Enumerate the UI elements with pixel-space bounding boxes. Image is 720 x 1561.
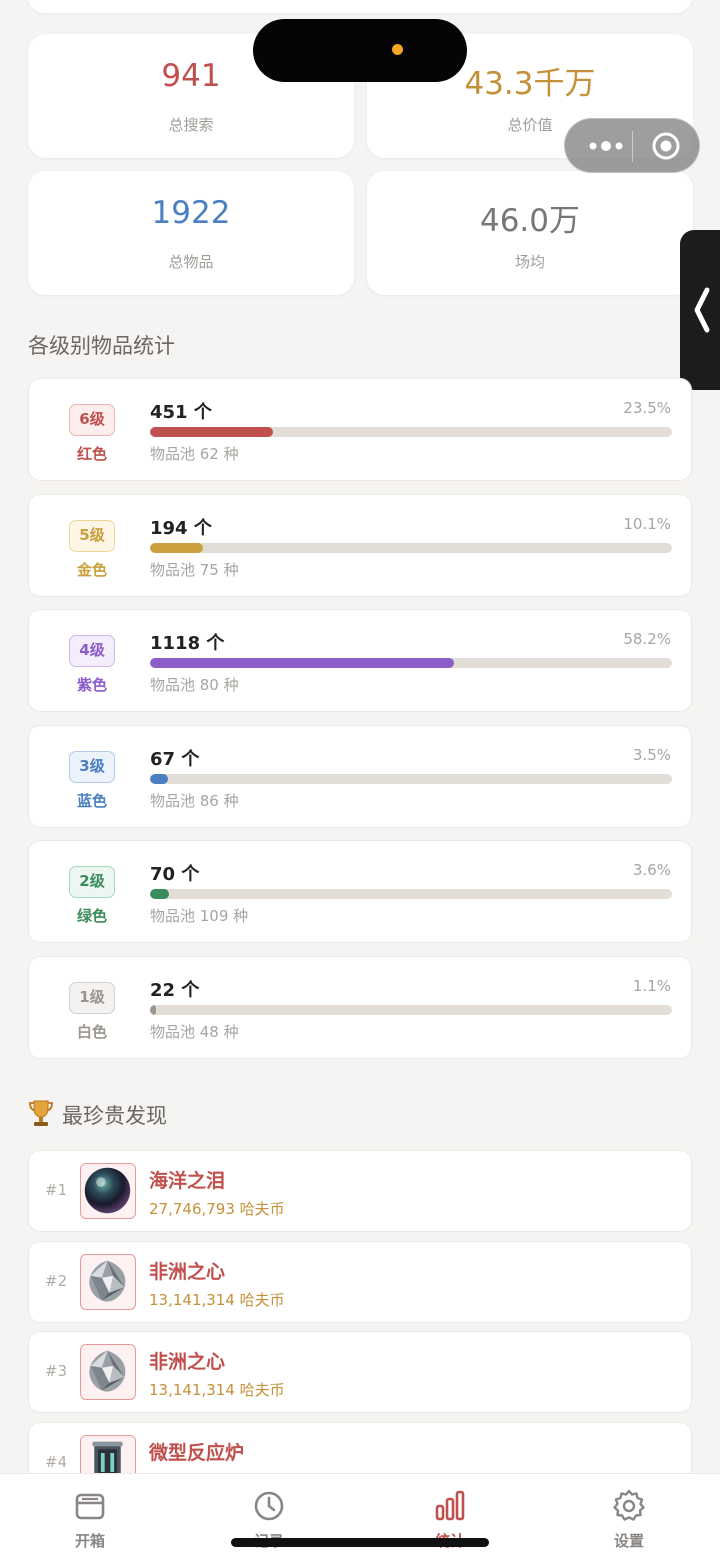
rarity-pool: 物品池 62 种 — [150, 445, 239, 463]
rarity-progress-fill — [150, 542, 203, 553]
tab-label: 开箱 — [74, 1532, 105, 1550]
rarity-percent: 3.5% — [632, 745, 671, 764]
stat-value: 46.0万 — [479, 203, 581, 239]
trophy-icon — [29, 1100, 53, 1126]
valuable-rank: #3 — [45, 1362, 68, 1380]
rarity-card: 5级金色 194 个 10.1% 物品池 75 种 — [28, 493, 692, 597]
box-icon — [75, 1493, 105, 1520]
rarity-progress-track — [150, 1005, 672, 1015]
valuable-name: 微型反应炉 — [149, 1441, 245, 1464]
rarity-card: 6级红色 451 个 23.5% 物品池 62 种 — [28, 378, 692, 481]
tab-settings[interactable]: 设置 — [574, 1488, 684, 1551]
dynamic-island — [253, 19, 467, 82]
rarity-level-badge: 3级 — [69, 750, 115, 783]
gear-icon — [613, 1489, 645, 1521]
rarity-color-name: 金色 — [76, 560, 107, 579]
valuable-value: 27,746,793 哈夫币 — [149, 1200, 285, 1218]
rarity-card: 3级蓝色 67 个 3.5% 物品池 86 种 — [28, 724, 692, 828]
chevron-left-icon — [694, 287, 710, 333]
rarity-progress-track — [150, 427, 672, 437]
stat-label: 场均 — [514, 253, 545, 271]
rarity-progress-track — [150, 773, 672, 784]
rarity-pool: 物品池 80 种 — [150, 676, 239, 695]
rarity-card: 1级白色 22 个 1.1% 物品池 48 种 — [28, 956, 692, 1059]
rarity-count: 70 个 — [150, 864, 200, 886]
valuable-item[interactable]: #3 非洲之心 13,141,314 哈夫币 — [28, 1331, 692, 1413]
valuable-rank: #2 — [45, 1271, 68, 1290]
rarity-count: 67 个 — [150, 748, 200, 770]
rarity-level-badge: 5级 — [69, 519, 115, 552]
valuable-thumbnail — [80, 1253, 136, 1312]
tab-open-box[interactable]: 开箱 — [35, 1488, 145, 1551]
stat-card-total-items: 1922 总物品 — [28, 171, 354, 295]
valuable-thumbnail — [80, 1163, 136, 1219]
rarity-color-name: 蓝色 — [76, 791, 107, 810]
rarity-percent: 23.5% — [623, 399, 671, 417]
valuable-name: 海洋之泪 — [149, 1170, 226, 1192]
rarity-level-badge: 1级 — [69, 982, 115, 1014]
rarity-pool: 物品池 86 种 — [150, 791, 239, 810]
valuable-section-label: 最珍贵发现 — [62, 1104, 167, 1128]
valuable-name: 非洲之心 — [149, 1351, 226, 1373]
rarity-pool: 物品池 109 种 — [150, 907, 249, 926]
rarity-level-badge: 2级 — [69, 866, 115, 899]
rarity-progress-fill — [150, 658, 454, 669]
rarity-pool: 物品池 75 种 — [150, 560, 239, 579]
stat-label: 总搜索 — [168, 116, 214, 134]
rarity-section-title: 各级别物品统计 — [28, 334, 175, 358]
rarity-level-badge: 6级 — [69, 404, 115, 436]
black-pearl-icon — [81, 1167, 134, 1221]
rarity-level-badge: 4级 — [69, 635, 115, 668]
rarity-count: 194 个 — [150, 517, 212, 539]
rarity-percent: 3.6% — [632, 861, 671, 880]
rarity-pool: 物品池 48 种 — [150, 1023, 239, 1041]
rarity-progress-fill — [150, 1005, 157, 1015]
rarity-percent: 10.1% — [623, 514, 671, 533]
capsule-divider — [632, 131, 633, 162]
valuable-item[interactable]: #1 海洋之泪 27,746,793 哈夫币 — [28, 1150, 692, 1232]
rarity-color-name: 绿色 — [76, 907, 107, 926]
stat-card-average: 46.0万 场均 — [367, 171, 693, 295]
rarity-progress-track — [150, 889, 672, 900]
rarity-count: 22 个 — [150, 980, 200, 1001]
miniprogram-capsule — [564, 118, 700, 173]
valuable-name: 非洲之心 — [149, 1260, 226, 1283]
rarity-count: 451 个 — [150, 402, 212, 423]
clock-icon — [254, 1491, 284, 1521]
bar-chart-icon — [435, 1490, 465, 1521]
rarity-percent: 58.2% — [623, 630, 671, 649]
valuable-rank: #4 — [45, 1452, 68, 1471]
stat-value: 1922 — [151, 195, 231, 231]
previous-card-edge — [28, 0, 692, 13]
stat-label: 总物品 — [168, 253, 214, 271]
more-options-icon[interactable] — [579, 129, 633, 163]
rarity-color-name: 紫色 — [76, 676, 107, 695]
rarity-progress-fill — [150, 773, 169, 784]
rarity-count: 1118 个 — [150, 633, 225, 655]
diamond-icon — [81, 1350, 134, 1402]
close-miniprogram-icon[interactable] — [649, 129, 683, 163]
rarity-progress-fill — [150, 889, 169, 900]
tab-label: 设置 — [613, 1532, 644, 1550]
rarity-card: 4级紫色 1118 个 58.2% 物品池 80 种 — [28, 609, 692, 713]
rarity-progress-track — [150, 658, 672, 669]
rarity-color-name: 白色 — [76, 1023, 107, 1041]
valuable-item[interactable]: #2 非洲之心 13,141,314 哈夫币 — [28, 1240, 692, 1323]
rarity-progress-track — [150, 542, 672, 553]
rarity-color-name: 红色 — [76, 445, 107, 463]
side-drawer-handle[interactable] — [680, 230, 720, 390]
home-indicator — [231, 1538, 489, 1547]
diamond-icon — [81, 1260, 134, 1312]
rarity-progress-fill — [150, 427, 273, 437]
rarity-percent: 1.1% — [632, 977, 671, 995]
valuable-rank: #1 — [45, 1181, 68, 1199]
privacy-indicator-dot — [392, 44, 403, 55]
valuable-value: 13,141,314 哈夫币 — [149, 1290, 285, 1309]
valuable-value: 13,141,314 哈夫币 — [149, 1381, 285, 1399]
bottom-tab-bar: 开箱 记录 统计 设置 — [0, 1473, 720, 1561]
rarity-card: 2级绿色 70 个 3.6% 物品池 109 种 — [28, 840, 692, 944]
valuable-thumbnail — [80, 1344, 136, 1400]
valuable-section-title: 最珍贵发现 — [28, 1098, 167, 1130]
